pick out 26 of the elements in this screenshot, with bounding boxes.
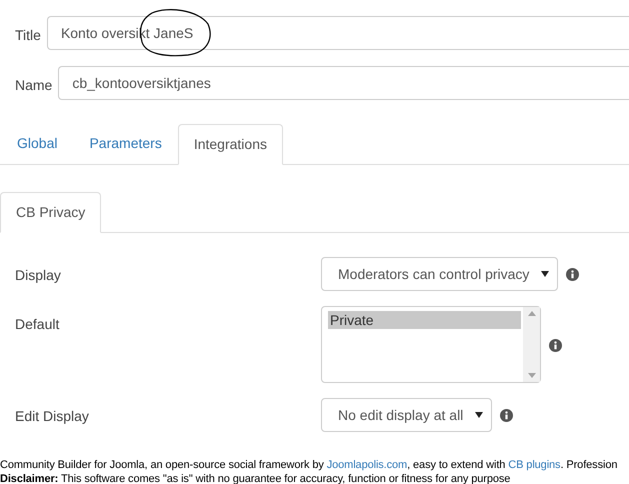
field-value: cb_kontooversiktjanes (72, 74, 211, 93)
info-icon[interactable] (500, 408, 514, 422)
dropdown[interactable]: No edit display at all (321, 398, 492, 432)
footer-link[interactable]: CB plugins (508, 459, 560, 471)
dropdown-value: Moderators can control privacy (338, 264, 530, 284)
list-option[interactable]: Private (328, 311, 521, 329)
setting-label: Edit Display (15, 408, 89, 424)
setting-label: Display (15, 267, 61, 283)
tab[interactable]: Integrations (178, 124, 283, 165)
info-icon[interactable] (566, 268, 580, 280)
field-label: Title (15, 26, 41, 44)
disclaimer-text: Disclaimer: This software comes "as is" with no guarantee for accuracy, function or fitness for any purpose (0, 472, 512, 484)
dropdown-value: No edit display at all (338, 406, 464, 425)
tab[interactable]: Parameters (73, 123, 178, 164)
dropdown[interactable]: Moderators can control privacy (321, 257, 558, 291)
footer-link[interactable]: Joomlapolis.com (326, 459, 408, 471)
text-field[interactable]: cb_kontooversiktjanes (58, 66, 629, 100)
tab[interactable]: CB Privacy (0, 192, 102, 233)
field-label: Name (15, 76, 52, 94)
caret-icon (541, 271, 550, 277)
list-box[interactable]: Private (321, 306, 541, 383)
info-icon[interactable] (549, 339, 562, 352)
caret-icon (475, 412, 484, 418)
setting-label: Default (15, 316, 60, 332)
footer-text: Community Builder for Joomla, an open-source social framework by Joomlapolis.com, easy to extend with CB plugins. Profession (0, 458, 618, 472)
tab[interactable]: Global (1, 123, 74, 164)
